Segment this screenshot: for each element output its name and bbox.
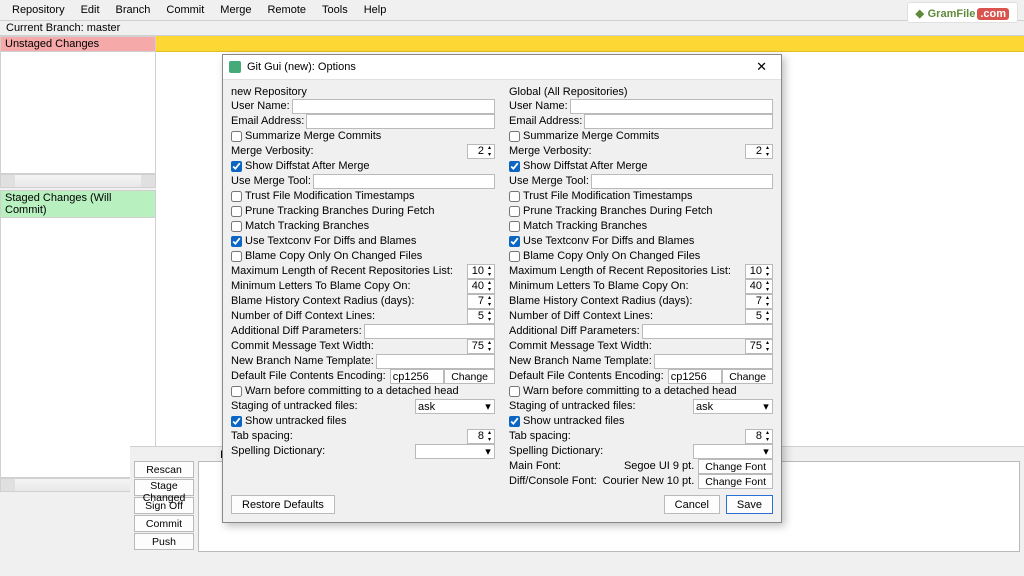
g-commit-width-spin[interactable]: 75▴▾ — [745, 339, 773, 354]
console-font-button[interactable]: Change Font — [698, 474, 773, 489]
main-font-button[interactable]: Change Font — [698, 459, 773, 474]
g-summarize-merge-checkbox[interactable] — [509, 131, 520, 142]
g-show-diffstat-checkbox[interactable] — [509, 161, 520, 172]
staging-untracked-select[interactable]: ask▾ — [415, 399, 495, 414]
repo-options-col: new Repository User Name: Email Address:… — [231, 86, 495, 489]
g-textconv-checkbox[interactable] — [509, 236, 520, 247]
prune-checkbox[interactable] — [231, 206, 242, 217]
merge-verbosity-spin[interactable]: 2▴▾ — [467, 144, 495, 159]
g-encoding-input[interactable]: cp1256 — [668, 369, 723, 384]
match-branches-checkbox[interactable] — [231, 221, 242, 232]
context-lines-spin[interactable]: 5▴▾ — [467, 309, 495, 324]
scroll-left-icon[interactable] — [1, 479, 15, 491]
staged-list[interactable] — [0, 218, 156, 478]
menu-branch[interactable]: Branch — [110, 2, 157, 18]
g-show-untracked-checkbox[interactable] — [509, 416, 520, 427]
g-merge-verbosity-spin[interactable]: 2▴▾ — [745, 144, 773, 159]
g-spell-dict-select[interactable]: ▾ — [693, 444, 773, 459]
g-context-lines-spin[interactable]: 5▴▾ — [745, 309, 773, 324]
menu-repository[interactable]: Repository — [6, 2, 71, 18]
save-button[interactable]: Save — [726, 495, 773, 514]
app-icon — [229, 61, 241, 73]
close-icon[interactable]: ✕ — [748, 59, 775, 75]
g-user-name-input[interactable] — [570, 99, 773, 114]
menu-help[interactable]: Help — [358, 2, 393, 18]
menu-tools[interactable]: Tools — [316, 2, 354, 18]
g-prune-checkbox[interactable] — [509, 206, 520, 217]
blame-history-spin[interactable]: 7▴▾ — [467, 294, 495, 309]
g-branch-template-input[interactable] — [654, 354, 773, 369]
g-encoding-change-button[interactable]: Change — [722, 369, 773, 384]
chevron-down-icon: ▾ — [482, 400, 494, 413]
menu-bar: Repository Edit Branch Commit Merge Remo… — [0, 0, 1024, 20]
show-diffstat-checkbox[interactable] — [231, 161, 242, 172]
chevron-down-icon: ▾ — [760, 400, 772, 413]
g-merge-tool-input[interactable] — [591, 174, 773, 189]
merge-tool-input[interactable] — [313, 174, 495, 189]
tab-spacing-spin[interactable]: 8▴▾ — [467, 429, 495, 444]
repo-heading: new Repository — [231, 86, 495, 98]
branch-bar: Current Branch: master — [0, 20, 1024, 36]
logo: ◆ GramFile.com — [907, 2, 1018, 23]
scroll-right-icon[interactable] — [141, 175, 155, 187]
g-blame-history-spin[interactable]: 7▴▾ — [745, 294, 773, 309]
chevron-down-icon: ▾ — [760, 445, 772, 458]
commit-button[interactable]: Commit — [134, 515, 194, 532]
g-diff-params-input[interactable] — [642, 324, 773, 339]
branch-template-input[interactable] — [376, 354, 495, 369]
spell-dict-select[interactable]: ▾ — [415, 444, 495, 459]
main-font-value: Segoe UI 9 pt. — [624, 459, 694, 474]
diff-header-bar — [156, 36, 1024, 52]
options-dialog: Git Gui (new): Options ✕ new Repository … — [222, 54, 782, 523]
logo-icon: ◆ — [916, 8, 924, 20]
global-options-col: Global (All Repositories) User Name: Ema… — [509, 86, 773, 489]
g-blame-copy-checkbox[interactable] — [509, 251, 520, 262]
menu-merge[interactable]: Merge — [214, 2, 257, 18]
console-font-value: Courier New 10 pt. — [603, 474, 695, 489]
g-max-recent-spin[interactable]: 10▴▾ — [745, 264, 773, 279]
unstaged-hscroll[interactable] — [0, 174, 156, 188]
blame-copy-checkbox[interactable] — [231, 251, 242, 262]
g-email-input[interactable] — [584, 114, 773, 129]
dialog-title: Git Gui (new): Options — [247, 61, 356, 73]
menu-edit[interactable]: Edit — [75, 2, 106, 18]
email-input[interactable] — [306, 114, 495, 129]
warn-detached-checkbox[interactable] — [231, 386, 242, 397]
max-recent-spin[interactable]: 10▴▾ — [467, 264, 495, 279]
branch-name: master — [87, 22, 121, 34]
rescan-button[interactable]: Rescan — [134, 461, 194, 478]
global-heading: Global (All Repositories) — [509, 86, 773, 98]
g-trust-ts-checkbox[interactable] — [509, 191, 520, 202]
unstaged-header[interactable]: Unstaged Changes — [0, 36, 156, 52]
unstaged-list[interactable] — [0, 52, 156, 174]
chevron-down-icon: ▾ — [482, 445, 494, 458]
g-match-branches-checkbox[interactable] — [509, 221, 520, 232]
summarize-merge-checkbox[interactable] — [231, 131, 242, 142]
restore-defaults-button[interactable]: Restore Defaults — [231, 495, 335, 514]
commit-width-spin[interactable]: 75▴▾ — [467, 339, 495, 354]
encoding-change-button[interactable]: Change — [444, 369, 495, 384]
trust-ts-checkbox[interactable] — [231, 191, 242, 202]
min-letters-spin[interactable]: 40▴▾ — [467, 279, 495, 294]
staged-header[interactable]: Staged Changes (Will Commit) — [0, 190, 156, 218]
menu-commit[interactable]: Commit — [160, 2, 210, 18]
show-untracked-checkbox[interactable] — [231, 416, 242, 427]
stage-changed-button[interactable]: Stage Changed — [134, 479, 194, 496]
menu-remote[interactable]: Remote — [261, 2, 312, 18]
g-min-letters-spin[interactable]: 40▴▾ — [745, 279, 773, 294]
branch-label: Current Branch: — [6, 22, 84, 34]
push-button[interactable]: Push — [134, 533, 194, 550]
g-warn-detached-checkbox[interactable] — [509, 386, 520, 397]
encoding-input[interactable]: cp1256 — [390, 369, 445, 384]
diff-params-input[interactable] — [364, 324, 495, 339]
cancel-button[interactable]: Cancel — [664, 495, 720, 514]
scroll-left-icon[interactable] — [1, 175, 15, 187]
user-name-input[interactable] — [292, 99, 495, 114]
g-tab-spacing-spin[interactable]: 8▴▾ — [745, 429, 773, 444]
g-staging-untracked-select[interactable]: ask▾ — [693, 399, 773, 414]
textconv-checkbox[interactable] — [231, 236, 242, 247]
